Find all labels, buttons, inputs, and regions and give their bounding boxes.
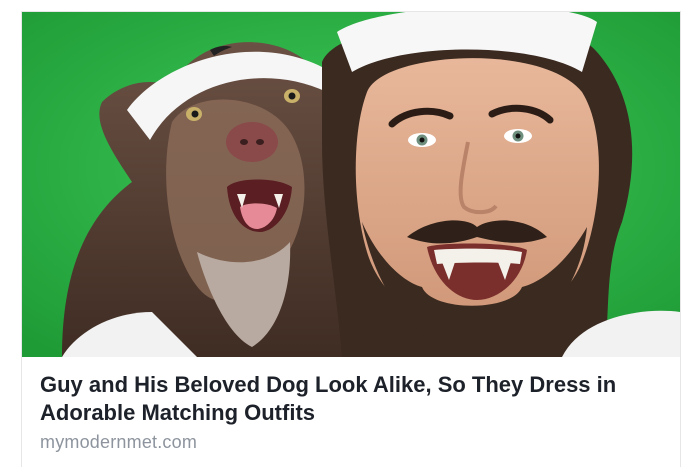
link-preview-card[interactable]: Guy and His Beloved Dog Look Alike, So T… (22, 12, 680, 467)
man (322, 12, 633, 357)
preview-caption[interactable]: Guy and His Beloved Dog Look Alike, So T… (22, 357, 680, 467)
preview-headline[interactable]: Guy and His Beloved Dog Look Alike, So T… (40, 371, 660, 427)
photo-dog-and-man-with-headbands (22, 12, 680, 357)
preview-source-domain[interactable]: mymodernmet.com (40, 431, 197, 453)
preview-photo[interactable] (22, 12, 680, 357)
